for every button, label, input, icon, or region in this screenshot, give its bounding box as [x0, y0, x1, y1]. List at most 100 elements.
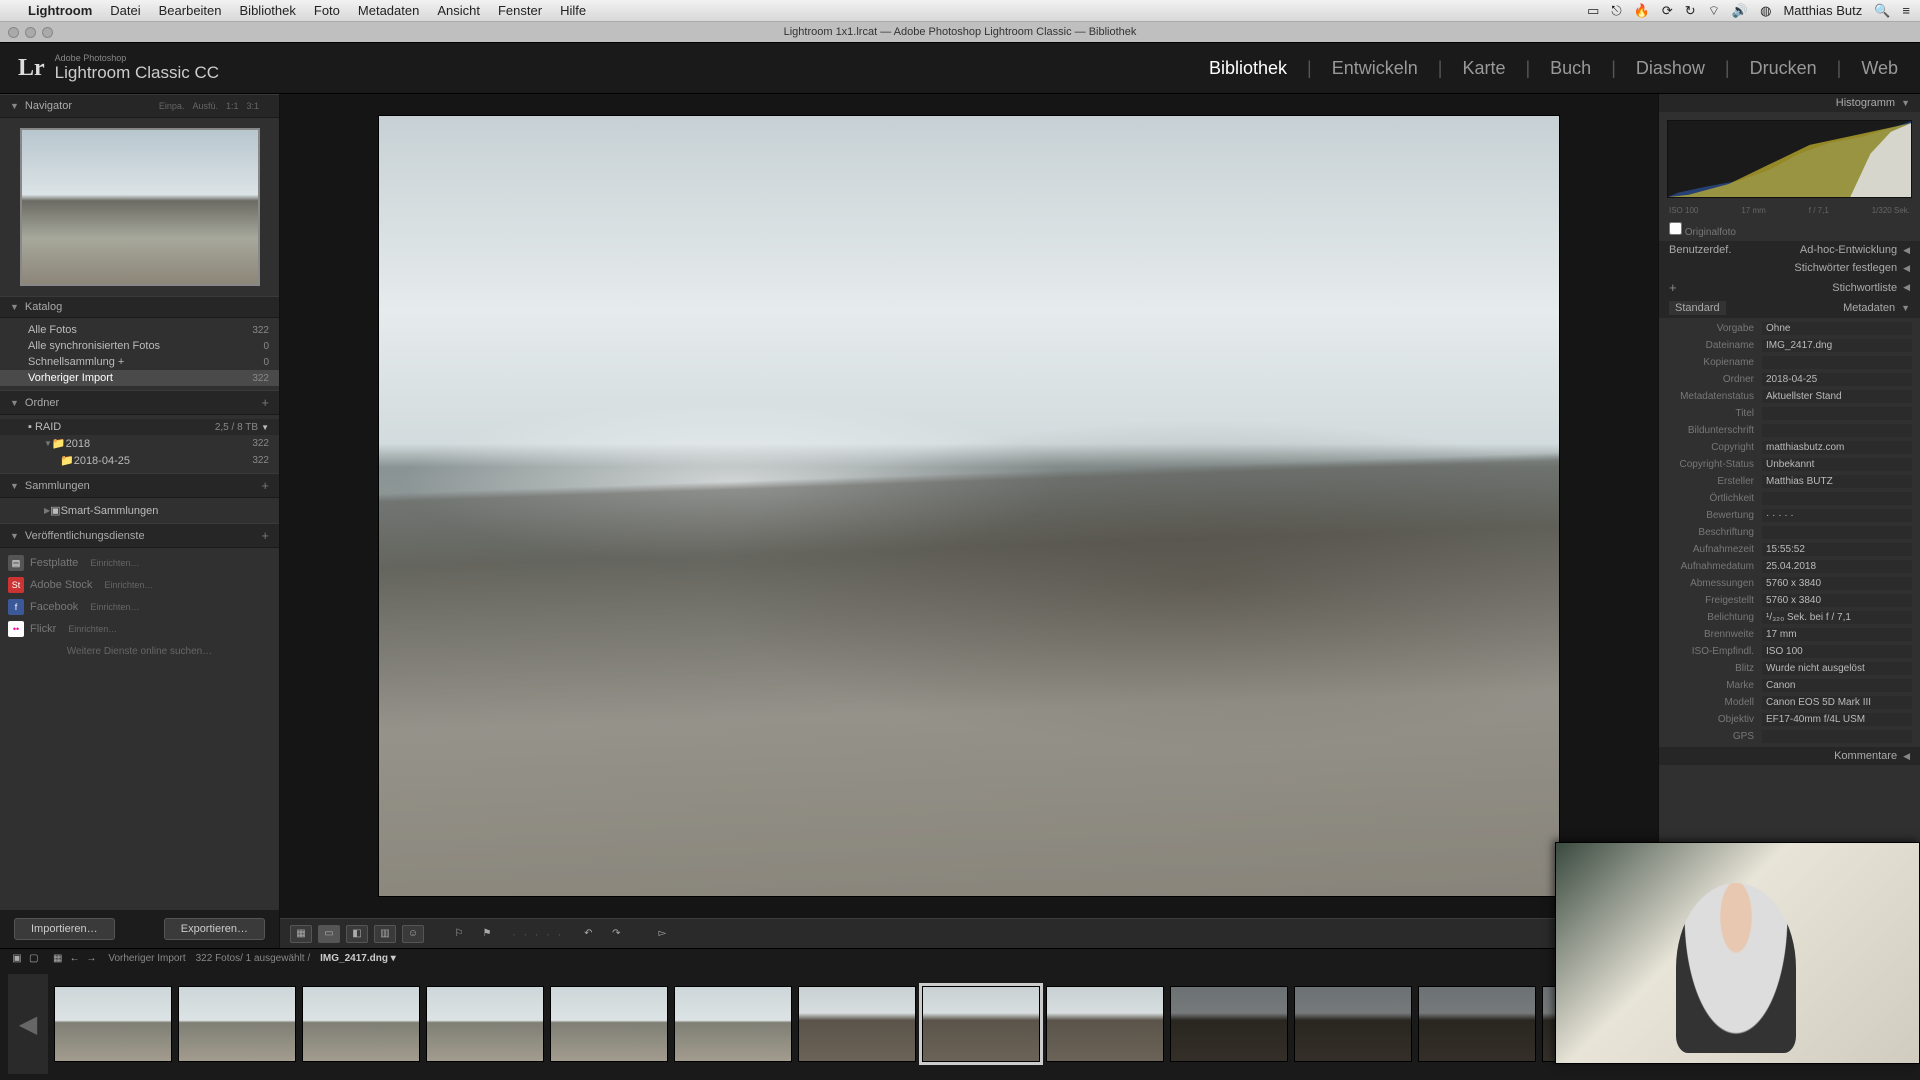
keywords-set-header[interactable]: Stichwörter festlegen◀ [1659, 259, 1920, 277]
module-entwickeln[interactable]: Entwickeln [1328, 58, 1422, 79]
module-web[interactable]: Web [1857, 58, 1902, 79]
zoom-icon[interactable] [42, 27, 53, 38]
metadata-value[interactable] [1762, 424, 1912, 437]
metadata-row[interactable]: VorgabeOhne [1659, 320, 1920, 337]
thumbnail[interactable] [1418, 986, 1536, 1062]
metadata-row[interactable]: Kopiename [1659, 354, 1920, 371]
metadata-value[interactable]: ¹/₃₂₀ Sek. bei f / 7,1 [1762, 611, 1912, 624]
back-icon[interactable]: ← [68, 953, 82, 964]
metadata-row[interactable]: Copyright-StatusUnbekannt [1659, 456, 1920, 473]
metadata-value[interactable]: Canon [1762, 679, 1912, 692]
metadata-row[interactable]: Örtlichkeit [1659, 490, 1920, 507]
configure-link[interactable]: Einrichten… [90, 558, 139, 568]
navigator-thumbnail[interactable] [20, 128, 260, 286]
histogram[interactable] [1667, 120, 1912, 198]
publish-header[interactable]: ▼ Veröffentlichungsdienste + [0, 523, 279, 548]
add-keyword-icon[interactable]: + [1669, 280, 1677, 295]
menu-metadaten[interactable]: Metadaten [358, 3, 419, 18]
metadata-value[interactable]: Canon EOS 5D Mark III [1762, 696, 1912, 709]
filmstrip-prev[interactable]: ◀ [8, 974, 48, 1074]
metadata-value[interactable]: 2018-04-25 [1762, 373, 1912, 386]
rotate-ccw-icon[interactable]: ↶ [577, 925, 599, 943]
metadata-mode[interactable]: Standard [1669, 301, 1726, 315]
histogram-header[interactable]: Histogramm▼ [1659, 94, 1920, 112]
menu-ansicht[interactable]: Ansicht [437, 3, 480, 18]
metadata-value[interactable]: IMG_2417.dng [1762, 339, 1912, 352]
wifi-icon[interactable]: ⌔ [1708, 3, 1720, 19]
menu-fenster[interactable]: Fenster [498, 3, 542, 18]
window-traffic-lights[interactable] [8, 27, 53, 38]
configure-link[interactable]: Einrichten… [104, 580, 153, 590]
menu-foto[interactable]: Foto [314, 3, 340, 18]
grid-icon[interactable]: ▦ [51, 953, 65, 964]
thumbnail[interactable] [798, 986, 916, 1062]
rotate-cw-icon[interactable]: ↷ [605, 925, 627, 943]
menu-hilfe[interactable]: Hilfe [560, 3, 586, 18]
metadata-row[interactable]: Bildunterschrift [1659, 422, 1920, 439]
metadata-value[interactable]: ISO 100 [1762, 645, 1912, 658]
status-icon[interactable]: ↻ [1685, 3, 1696, 19]
configure-link[interactable]: Einrichten… [90, 602, 139, 612]
metadata-value[interactable]: Wurde nicht ausgelöst [1762, 662, 1912, 675]
folders-header[interactable]: ▼ Ordner + [0, 390, 279, 415]
userfield-row[interactable]: Benutzerdef.Ad-hoc-Entwicklung◀ [1659, 241, 1920, 259]
metadata-row[interactable]: Brennweite17 mm [1659, 626, 1920, 643]
thumbnail[interactable] [1170, 986, 1288, 1062]
thumbnail[interactable] [550, 986, 668, 1062]
metadata-value[interactable]: 5760 x 3840 [1762, 577, 1912, 590]
metadata-value[interactable]: Matthias BUTZ [1762, 475, 1912, 488]
zoom-1-1[interactable]: 1:1 [226, 101, 239, 111]
menu-bibliothek[interactable]: Bibliothek [240, 3, 296, 18]
metadata-row[interactable]: BlitzWurde nicht ausgelöst [1659, 660, 1920, 677]
people-view-icon[interactable]: ☺ [402, 925, 424, 943]
publish-flickr[interactable]: ••FlickrEinrichten… [0, 618, 279, 640]
metadata-value[interactable]: matthiasbutz.com [1762, 441, 1912, 454]
metadata-value[interactable] [1762, 730, 1912, 743]
thumbnail[interactable] [302, 986, 420, 1062]
main-monitor-icon[interactable]: ▢ [27, 953, 41, 964]
metadata-value[interactable] [1762, 356, 1912, 369]
metadata-row[interactable]: MarkeCanon [1659, 677, 1920, 694]
publish-adobestock[interactable]: StAdobe StockEinrichten… [0, 574, 279, 596]
metadata-value[interactable] [1762, 407, 1912, 420]
metadata-row[interactable]: GPS [1659, 728, 1920, 745]
metadata-row[interactable]: Bewertung· · · · · [1659, 507, 1920, 524]
metadata-row[interactable]: Aufnahmedatum25.04.2018 [1659, 558, 1920, 575]
metadata-row[interactable]: Freigestellt5760 x 3840 [1659, 592, 1920, 609]
catalog-header[interactable]: ▼ Katalog [0, 296, 279, 318]
spotlight-icon[interactable]: 🔍 [1874, 3, 1890, 19]
smart-collections[interactable]: ▶ ▣ Smart-Sammlungen [0, 502, 279, 519]
minimize-icon[interactable] [25, 27, 36, 38]
publish-facebook[interactable]: fFacebookEinrichten… [0, 596, 279, 618]
second-monitor-icon[interactable]: ▣ [10, 953, 24, 964]
metadata-value[interactable]: · · · · · [1762, 509, 1912, 522]
status-icon[interactable]: ⎋ [1611, 3, 1621, 19]
configure-link[interactable]: Einrichten… [68, 624, 117, 634]
zoom-3-1[interactable]: 3:1 [246, 101, 259, 111]
metadata-row[interactable]: ObjektivEF17-40mm f/4L USM [1659, 711, 1920, 728]
volume-row[interactable]: ▪ RAID 2,5 / 8 TB ▼ [0, 419, 279, 435]
module-bibliothek[interactable]: Bibliothek [1205, 58, 1291, 79]
thumbnail[interactable] [1294, 986, 1412, 1062]
flag-reject-icon[interactable]: ⚑ [476, 925, 498, 943]
status-icon[interactable]: ◍ [1760, 3, 1771, 19]
metadata-row[interactable]: Abmessungen5760 x 3840 [1659, 575, 1920, 592]
publish-harddrive[interactable]: ▤FestplatteEinrichten… [0, 552, 279, 574]
user-name[interactable]: Matthias Butz [1783, 3, 1862, 18]
metadata-row[interactable]: Titel [1659, 405, 1920, 422]
original-photo-checkbox[interactable] [1669, 222, 1682, 235]
catalog-synced[interactable]: Alle synchronisierten Fotos0 [0, 338, 279, 354]
thumbnail[interactable] [54, 986, 172, 1062]
keywords-list-header[interactable]: +Stichwortliste◀ [1659, 277, 1920, 298]
loupe-photo[interactable] [379, 116, 1559, 896]
metadata-row[interactable]: Copyrightmatthiasbutz.com [1659, 439, 1920, 456]
module-drucken[interactable]: Drucken [1746, 58, 1821, 79]
navigator-header[interactable]: ▼ Navigator Einpa. Ausfü. 1:1 3:1 [0, 94, 279, 118]
metadata-row[interactable]: Ordner2018-04-25 [1659, 371, 1920, 388]
catalog-quick-collection[interactable]: Schnellsammlung +0 [0, 354, 279, 370]
metadata-value[interactable] [1762, 492, 1912, 505]
compare-view-icon[interactable]: ◧ [346, 925, 368, 943]
chevron-down-icon[interactable]: ▼ [261, 423, 269, 432]
metadata-value[interactable] [1762, 526, 1912, 539]
zoom-fill[interactable]: Ausfü. [192, 101, 218, 111]
